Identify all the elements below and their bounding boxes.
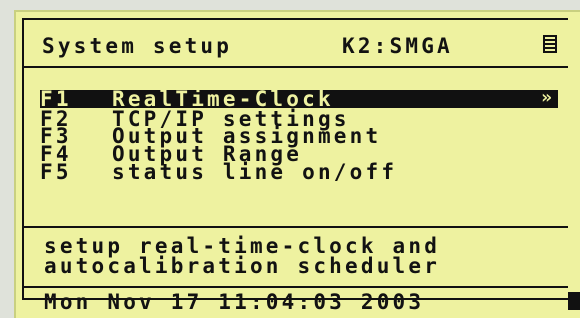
display-bezel: System setup K2:SMGA F1 RealTime-Clock »…	[0, 0, 580, 318]
help-text-line-2: autocalibration scheduler	[44, 254, 441, 278]
status-divider	[24, 286, 568, 288]
page-title: System setup	[42, 34, 233, 58]
status-datetime: Mon Nov 17 11:04:03 2003	[44, 290, 425, 314]
menu-item-label: status line on/off	[112, 160, 398, 184]
header-divider	[24, 66, 568, 68]
menu-item-status-line[interactable]: F5 status line on/off	[40, 160, 558, 184]
function-key-f5: F5	[40, 160, 72, 184]
menu-item-realtime-clock[interactable]: F1 RealTime-Clock »	[40, 87, 558, 110]
menu-icon[interactable]	[543, 35, 557, 53]
status-cursor	[568, 292, 580, 310]
device-id: K2:SMGA	[342, 34, 453, 58]
submenu-arrow-icon: »	[541, 87, 552, 108]
help-divider	[24, 226, 568, 228]
